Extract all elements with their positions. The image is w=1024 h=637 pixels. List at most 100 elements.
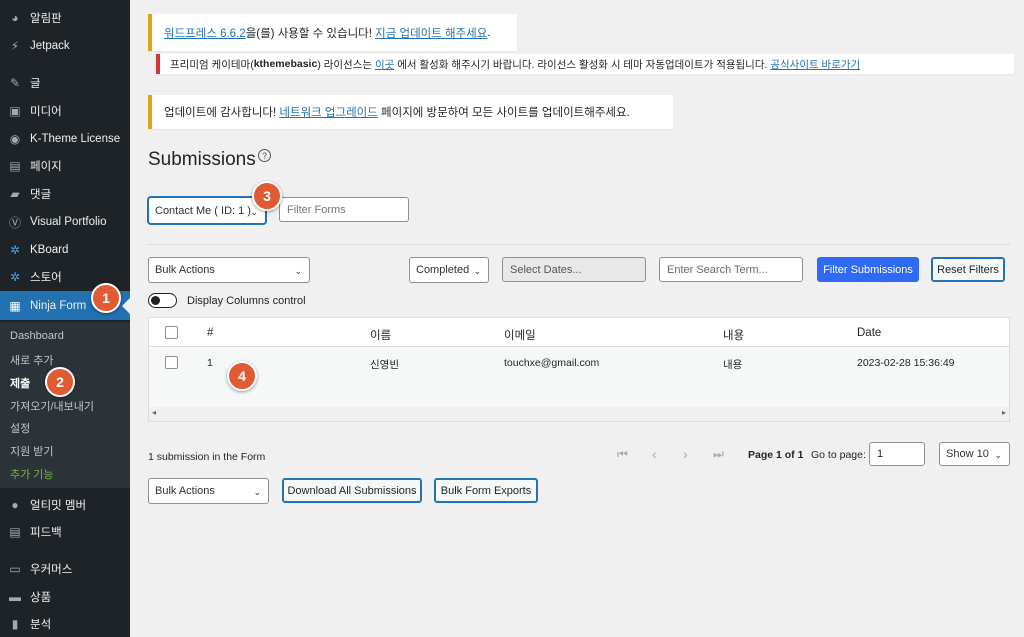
chevron-down-icon: ⌄	[473, 266, 481, 276]
first-page-icon[interactable]: ⏮	[617, 447, 628, 462]
reset-filters-button[interactable]: Reset Filters	[931, 257, 1005, 282]
menu-products[interactable]: ▬ 상품	[0, 584, 130, 610]
dashboard-icon: ◕	[11, 11, 19, 25]
submenu-add-new[interactable]: 새로 추가	[10, 352, 54, 368]
submenu-submissions[interactable]: 제출	[10, 375, 30, 391]
column-header-date[interactable]: Date	[857, 327, 881, 339]
menu-ultimate-member[interactable]: ● 얼티밋 멤버	[0, 492, 130, 518]
row-name: 신영빈	[370, 359, 399, 371]
menu-visual-portfolio[interactable]: Ⓥ Visual Portfolio	[0, 209, 130, 235]
next-page-icon[interactable]: ›	[683, 446, 688, 462]
chevron-down-icon: ⌄	[250, 206, 258, 217]
bulk-actions-bottom-select[interactable]: Bulk Actions ⌄	[148, 478, 269, 504]
row-checkbox[interactable]	[165, 356, 178, 369]
show-per-page-select[interactable]: Show 10 ⌄	[939, 442, 1010, 466]
filter-divider	[148, 244, 1010, 245]
columns-toggle-label: Display Columns control	[187, 295, 306, 307]
kboard-icon: ✲	[9, 243, 21, 257]
official-site-link[interactable]: 공식사이트 바로가기	[770, 57, 860, 72]
help-icon[interactable]: ?	[258, 149, 271, 162]
menu-media[interactable]: ▣ 미디어	[0, 98, 130, 124]
portfolio-icon: Ⓥ	[8, 215, 21, 230]
network-notice: 업데이트에 감사합니다! 네트워크 업그레이드 페이지에 방문하여 모든 사이트…	[148, 95, 673, 129]
step-badge-2: 2	[45, 367, 75, 397]
active-arrow	[122, 298, 130, 314]
menu-kboard[interactable]: ✲ KBoard	[0, 237, 130, 263]
prev-page-icon[interactable]: ‹	[652, 446, 657, 462]
network-upgrade-link[interactable]: 네트워크 업그레이드	[279, 104, 377, 120]
ninja-form-submenu: Dashboard 새로 추가 제출 가져오기/내보내기 설정 지원 받기 추가…	[0, 322, 130, 488]
step-badge-3: 3	[252, 181, 282, 211]
menu-feedback[interactable]: ▤ 피드백	[0, 519, 130, 545]
columns-toggle[interactable]	[148, 293, 177, 308]
wp-version-link[interactable]: 워드프레스 6.6.2	[164, 25, 246, 41]
submenu-addons[interactable]: 추가 기능	[10, 466, 54, 482]
bulk-export-button[interactable]: Bulk Form Exports	[434, 478, 538, 503]
submission-count: 1 submission in the Form	[148, 451, 266, 463]
last-page-icon[interactable]: ⏭	[713, 447, 724, 462]
step-badge-4: 4	[227, 361, 257, 391]
submenu-dashboard[interactable]: Dashboard	[10, 330, 64, 342]
download-all-button[interactable]: Download All Submissions	[282, 478, 422, 503]
analytics-icon: ▮	[11, 617, 19, 631]
row-email: touchxe@gmail.com	[504, 357, 600, 369]
license-here-link[interactable]: 이곳	[375, 57, 394, 72]
menu-woocommerce[interactable]: ▭ 우커머스	[0, 556, 130, 582]
license-notice: 프리미엄 케이테마(kthemebasic) 라이선스는 이곳 에서 활성화 해…	[156, 54, 1014, 74]
pin-icon: ✎	[9, 76, 21, 90]
column-header-id[interactable]: #	[207, 327, 213, 339]
submenu-import-export[interactable]: 가져오기/내보내기	[10, 398, 94, 414]
row-id: 1	[207, 357, 213, 369]
column-header-name[interactable]: 이름	[370, 327, 391, 343]
scroll-right-icon[interactable]: ▸	[1002, 408, 1006, 417]
row-content: 내용	[723, 359, 743, 371]
search-input[interactable]: Enter Search Term...	[659, 257, 803, 282]
update-notice: 워드프레스 6.6.2 을(를) 사용할 수 있습니다! 지금 업데이트 해주세요…	[148, 14, 517, 51]
license-icon: ◉	[9, 132, 21, 146]
submenu-get-help[interactable]: 지원 받기	[10, 443, 54, 459]
store-icon: ✲	[9, 270, 21, 284]
menu-analytics[interactable]: ▮ 분석	[0, 611, 130, 637]
toggle-knob	[151, 296, 160, 305]
menu-dashboard[interactable]: ◕ 알림판	[0, 5, 130, 31]
scroll-left-icon[interactable]: ◂	[152, 408, 156, 417]
admin-sidebar: ◕ 알림판 ⚡ Jetpack ✎ 글 ▣ 미디어 ◉ K-Theme License ▤…	[0, 0, 130, 637]
select-all-checkbox[interactable]	[165, 326, 178, 339]
submissions-table: # 이름 이메일 내용 Date 1 신영빈 touchxe@gmail.com…	[148, 317, 1010, 422]
table-row	[149, 347, 1009, 407]
feedback-icon: ▤	[9, 525, 21, 539]
page-number-input[interactable]: 1	[869, 442, 925, 466]
submenu-settings[interactable]: 설정	[10, 420, 30, 436]
form-select[interactable]: Contact Me ( ID: 1 ) ⌄	[148, 197, 266, 224]
filter-submissions-button[interactable]: Filter Submissions	[817, 257, 919, 282]
page-info: Page 1 of 1	[748, 449, 804, 461]
menu-pages[interactable]: ▤ 페이지	[0, 153, 130, 179]
chevron-down-icon: ⌄	[253, 487, 261, 497]
chevron-down-icon: ⌄	[994, 450, 1002, 460]
step-badge-1: 1	[91, 283, 121, 313]
menu-comments[interactable]: ▰ 댓글	[0, 181, 130, 207]
column-header-email[interactable]: 이메일	[504, 327, 536, 343]
horizontal-scrollbar[interactable]: ◂ ▸	[149, 407, 1009, 421]
chevron-down-icon: ⌄	[294, 266, 302, 276]
page-title: Submissions	[148, 149, 256, 170]
media-icon: ▣	[9, 104, 21, 118]
menu-jetpack[interactable]: ⚡ Jetpack	[0, 33, 130, 59]
date-range-input[interactable]: Select Dates...	[502, 257, 646, 282]
form-icon: ▦	[9, 298, 21, 313]
filter-forms-input[interactable]	[279, 197, 409, 222]
comment-icon: ▰	[10, 187, 20, 201]
status-select[interactable]: Completed ⌄	[409, 257, 489, 283]
update-now-link[interactable]: 지금 업데이트 해주세요	[375, 25, 487, 41]
member-icon: ●	[11, 498, 19, 512]
menu-ktheme-license[interactable]: ◉ K-Theme License	[0, 126, 130, 152]
product-icon: ▬	[9, 590, 21, 604]
go-to-label: Go to page:	[811, 449, 866, 461]
page-icon: ▤	[9, 159, 21, 173]
column-header-content[interactable]: 내용	[723, 327, 744, 343]
bulk-actions-select[interactable]: Bulk Actions ⌄	[148, 257, 310, 283]
row-date: 2023-02-28 15:36:49	[857, 357, 955, 369]
menu-posts[interactable]: ✎ 글	[0, 70, 130, 96]
woo-icon: ▭	[9, 562, 21, 576]
jetpack-icon: ⚡	[10, 39, 20, 53]
